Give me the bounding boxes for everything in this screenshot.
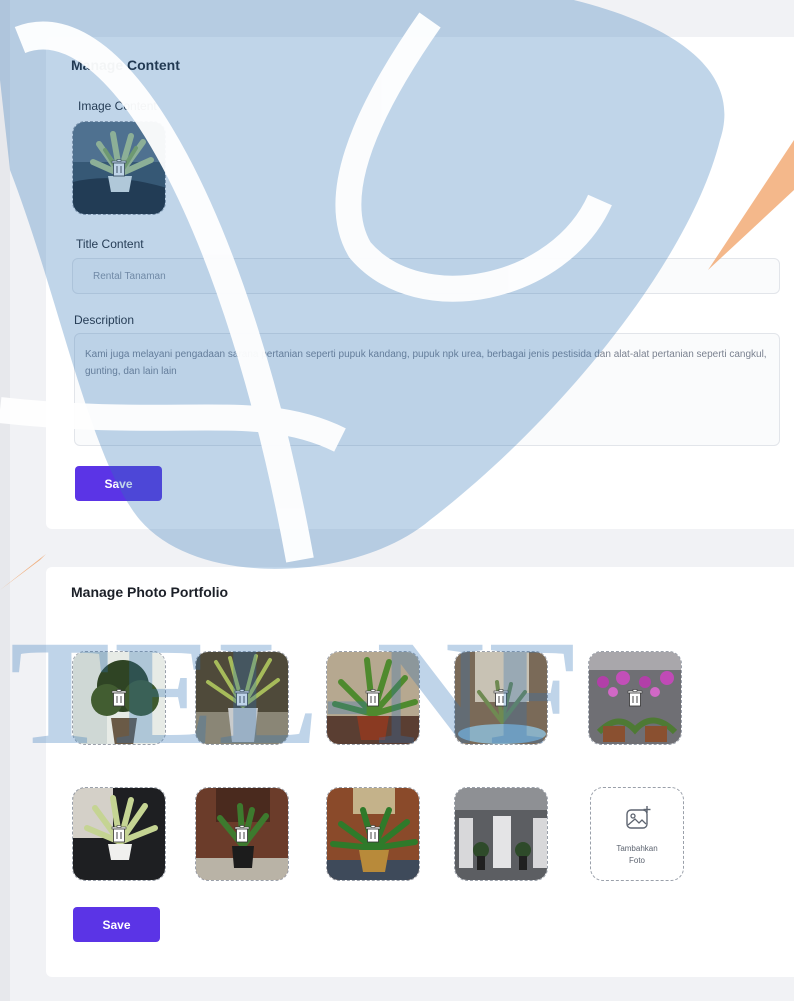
trash-icon[interactable] <box>493 689 509 707</box>
title-content-input[interactable] <box>72 258 780 294</box>
add-image-icon <box>626 806 651 829</box>
left-rail <box>0 0 10 1001</box>
manage-content-card: Manage Content Image Content Title Conte… <box>46 37 794 529</box>
portfolio-photo[interactable] <box>454 787 548 881</box>
portfolio-photo[interactable] <box>326 787 420 881</box>
portfolio-photo[interactable] <box>72 787 166 881</box>
content-image-thumb[interactable] <box>72 121 166 215</box>
portfolio-photo[interactable] <box>326 651 420 745</box>
portfolio-photo[interactable] <box>72 651 166 745</box>
trash-icon[interactable] <box>111 825 127 843</box>
trash-icon[interactable] <box>627 689 643 707</box>
manage-portfolio-title: Manage Photo Portfolio <box>71 584 229 600</box>
portfolio-photo[interactable] <box>454 651 548 745</box>
portfolio-photo[interactable] <box>588 651 682 745</box>
trash-icon[interactable] <box>234 825 250 843</box>
trash-icon[interactable] <box>234 689 250 707</box>
title-content-label: Title Content <box>76 237 144 251</box>
trash-icon[interactable] <box>111 159 127 177</box>
add-photo-button[interactable]: Tambahkan Foto <box>590 787 684 881</box>
manage-portfolio-card: Manage Photo Portfolio Tambahkan Foto Sa… <box>46 567 794 977</box>
portfolio-photo[interactable] <box>195 787 289 881</box>
description-label: Description <box>74 313 135 327</box>
portfolio-photo[interactable] <box>195 651 289 745</box>
image-content-label: Image Content <box>78 99 157 113</box>
plant-photo <box>455 788 547 880</box>
add-photo-label: Tambahkan Foto <box>591 843 683 867</box>
trash-icon[interactable] <box>111 689 127 707</box>
trash-icon[interactable] <box>365 825 381 843</box>
add-photo-label-line2: Foto <box>628 856 645 865</box>
save-portfolio-button[interactable]: Save <box>73 907 160 942</box>
trash-icon[interactable] <box>365 689 381 707</box>
description-textarea[interactable]: Kami juga melayani pengadaan sarana pert… <box>74 333 780 446</box>
add-photo-label-line1: Tambahkan <box>616 844 658 853</box>
save-content-button[interactable]: Save <box>75 466 162 501</box>
manage-content-title: Manage Content <box>71 57 180 73</box>
